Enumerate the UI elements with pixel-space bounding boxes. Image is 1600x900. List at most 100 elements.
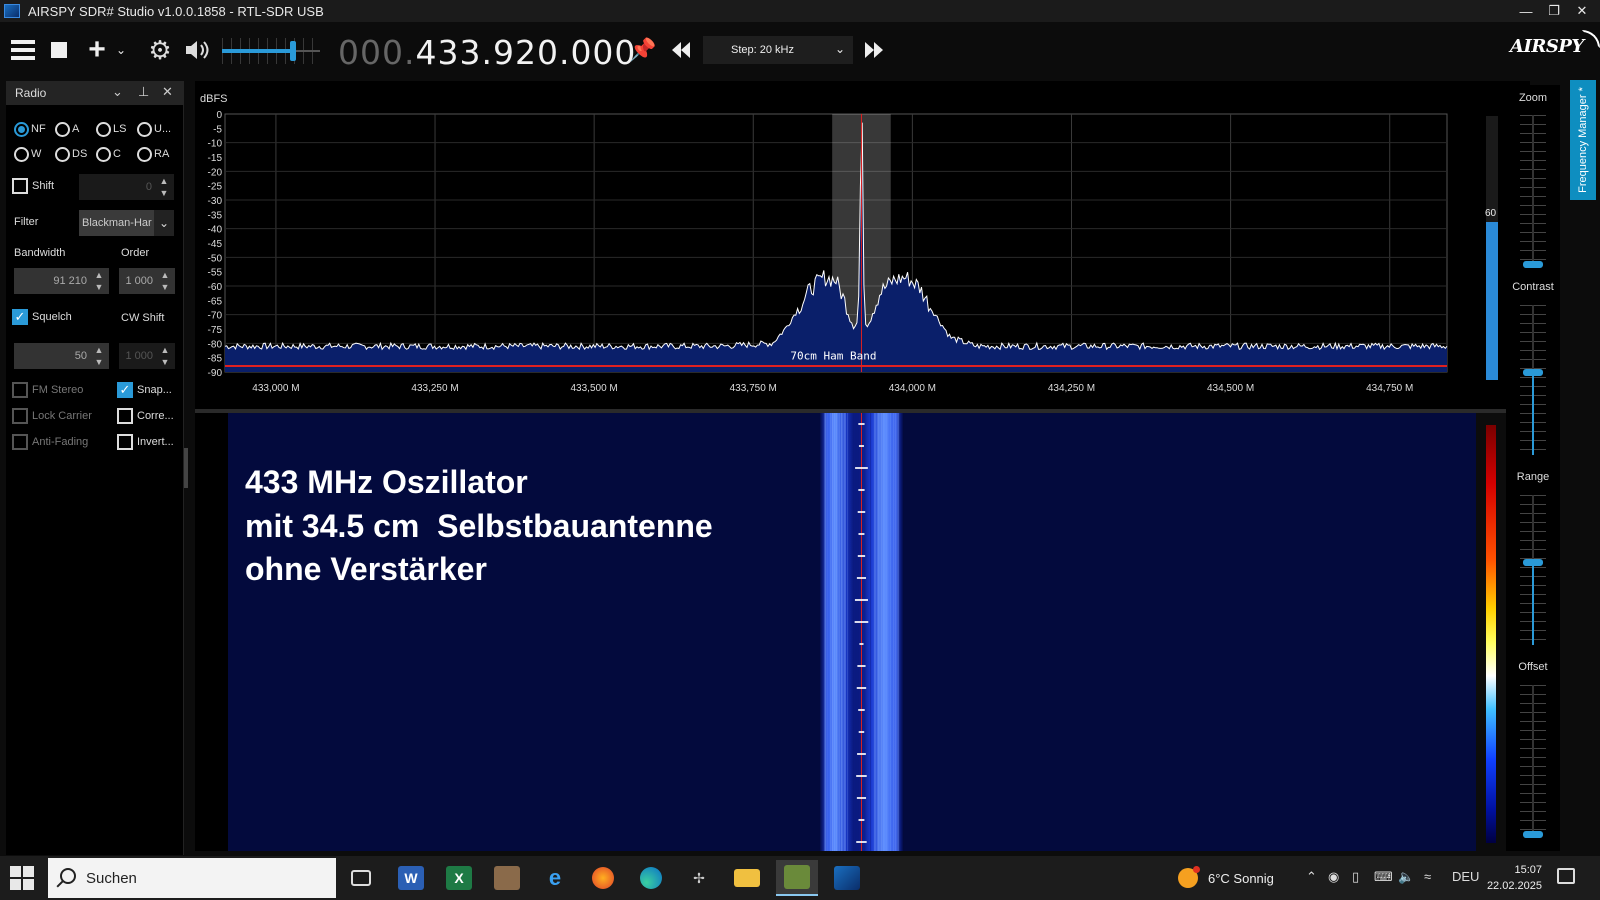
shift-checkbox[interactable]: Shift	[12, 178, 54, 194]
offset-slider[interactable]	[1506, 685, 1560, 838]
sdr-sharp-taskbar-icon[interactable]	[826, 860, 868, 896]
step-select[interactable]: Step: 20 kHz ⌄	[703, 36, 853, 64]
notification-icon[interactable]	[1557, 868, 1575, 884]
pin-icon[interactable]: 📌	[629, 35, 656, 65]
radio-panel-title: Radio	[15, 86, 47, 100]
range-slider[interactable]	[1506, 495, 1560, 645]
y-tick-label: -25	[208, 182, 223, 193]
chevron-down-icon[interactable]: ⌄	[112, 84, 123, 100]
add-source-icon[interactable]: +	[86, 35, 108, 65]
chevron-up-icon[interactable]: ⌃	[1306, 869, 1317, 885]
chart-app-icon[interactable]	[776, 860, 818, 896]
waterfall-margin	[195, 413, 228, 851]
frequency-manager-tab[interactable]: Frequency Manager *	[1570, 80, 1596, 200]
y-tick-label: -35	[208, 210, 223, 221]
pin-icon[interactable]: ⊥	[138, 84, 149, 100]
mode-dsb[interactable]: DS	[55, 144, 96, 164]
fm-stereo-checkbox[interactable]: FM Stereo	[12, 382, 83, 398]
invert-spectrum-checkbox[interactable]: Invert...	[117, 434, 174, 450]
squelch-input[interactable]: 50 ▲ ▼	[14, 343, 109, 369]
y-tick-label: -20	[208, 167, 223, 178]
internet-explorer-icon[interactable]: e	[534, 860, 576, 896]
squelch-checkbox[interactable]: ✓ Squelch	[12, 309, 72, 325]
tool-app-icon[interactable]: ✢	[678, 860, 720, 896]
frequency-prefix: 000.	[338, 32, 416, 72]
mode-nf[interactable]: NF	[14, 119, 55, 139]
cw-shift-input[interactable]: 1 000 ▲ ▼	[119, 343, 175, 369]
taskbar-search-box[interactable]: Suchen	[48, 858, 336, 898]
excel-icon[interactable]: X	[438, 860, 480, 896]
chevron-down-icon[interactable]: ⌄	[114, 35, 128, 65]
input-method-icon[interactable]: ⌨	[1374, 869, 1393, 885]
step-forward-icon[interactable]	[860, 35, 888, 65]
windows-start-icon[interactable]	[10, 866, 34, 890]
mode-cw[interactable]: C	[96, 144, 137, 164]
waterfall-blip	[856, 687, 867, 689]
system-clock[interactable]: 15:07 22.02.2025	[1486, 862, 1542, 894]
chevron-down-icon: ⌄	[834, 42, 845, 56]
edge-icon[interactable]	[630, 860, 672, 896]
usb-icon[interactable]: ▯	[1352, 869, 1359, 885]
word-icon[interactable]: W	[390, 860, 432, 896]
step-back-icon[interactable]	[668, 35, 694, 65]
anti-fading-checkbox[interactable]: Anti-Fading	[12, 434, 88, 450]
snap-checkbox[interactable]: ✓ Snap...	[117, 382, 172, 398]
file-explorer-icon[interactable]	[726, 860, 768, 896]
frequency-display[interactable]: 000. 433.920.000	[338, 32, 636, 72]
y-tick-label: -80	[208, 339, 223, 350]
spectrum-chart[interactable]: dBFS 0 -5 -10 -15 -20 -25 -30 -35 -40 -45 -50 -55 -6…	[195, 81, 1530, 411]
volume-slider[interactable]	[222, 38, 320, 64]
zoom-slider[interactable]	[1506, 115, 1560, 268]
shift-input[interactable]: 0 ▲ ▼	[79, 174, 174, 200]
minimize-icon[interactable]: —	[1512, 0, 1540, 22]
correct-iq-checkbox[interactable]: Corre...	[117, 408, 174, 424]
y-tick-label: -55	[208, 268, 223, 279]
paint-app-icon[interactable]	[486, 860, 528, 896]
overlay-text-line-1: 433 MHz Oszillator	[245, 464, 528, 500]
y-tick-label: 0	[216, 110, 222, 121]
spectrum-analyzer[interactable]: dBFS 0 -5 -10 -15 -20 -25 -30 -35 -40 -45 -50 -55 -6…	[195, 81, 1530, 411]
contrast-label: Contrast	[1512, 281, 1554, 293]
restore-icon[interactable]: ❐	[1540, 0, 1568, 22]
y-tick-label: -65	[208, 296, 223, 307]
filter-select[interactable]: Blackman-Har ⌄	[79, 210, 174, 236]
speaker-icon[interactable]	[182, 35, 212, 65]
mode-raw[interactable]: RA	[137, 144, 178, 164]
speaker-icon[interactable]: 🔈	[1398, 869, 1414, 885]
mode-lsb[interactable]: LS	[96, 119, 137, 139]
chevron-down-icon: ⌄	[154, 210, 174, 236]
radio-panel-header: Radio ⌄ ⊥ ✕	[6, 81, 184, 105]
close-icon[interactable]: ✕	[1568, 0, 1596, 22]
mode-usb[interactable]: U...	[137, 119, 178, 139]
y-tick-label: -5	[213, 124, 222, 135]
mode-wfm[interactable]: W	[14, 144, 55, 164]
waterfall-blip	[858, 489, 865, 491]
x-tick-label: 433,500 M	[571, 383, 618, 394]
y-tick-label: -40	[208, 225, 223, 236]
waterfall-blip	[858, 423, 865, 425]
firefox-icon[interactable]	[582, 860, 624, 896]
hamburger-menu-icon[interactable]	[8, 35, 38, 65]
mode-am[interactable]: A	[55, 119, 96, 139]
mode-row-1: NF A LS U...	[14, 119, 178, 139]
order-input[interactable]: 1 000 ▲ ▼	[119, 268, 175, 294]
windows-taskbar: Suchen W X e ✢ 6°C Sonnig ⌃ ◉ ▯ ⌨ 🔈 ≈ DE…	[0, 856, 1600, 900]
y-tick-label: -85	[208, 354, 223, 365]
weather-widget[interactable]: 6°C Sonnig	[1178, 866, 1274, 888]
stop-icon[interactable]	[48, 35, 70, 65]
camera-icon[interactable]: ◉	[1328, 869, 1339, 885]
lock-carrier-checkbox[interactable]: Lock Carrier	[12, 408, 92, 424]
step-label: Step: 20 kHz	[731, 44, 794, 56]
sdr-app-window: AIRSPY SDR# Studio v1.0.0.1858 - RTL-SDR…	[0, 0, 1600, 900]
contrast-slider[interactable]	[1506, 305, 1560, 455]
display-controls-panel: Zoom Contrast Range Offset	[1506, 85, 1560, 851]
panel-splitter[interactable]	[184, 448, 188, 488]
window-title: AIRSPY SDR# Studio v1.0.0.1858 - RTL-SDR…	[28, 3, 324, 19]
keyboard-language[interactable]: DEU	[1452, 869, 1479, 884]
task-view-icon[interactable]	[340, 860, 382, 896]
bandwidth-input[interactable]: 91 210 ▲ ▼	[14, 268, 109, 294]
gear-icon[interactable]: ⚙	[146, 35, 174, 65]
wifi-icon[interactable]: ≈	[1424, 869, 1431, 884]
close-icon[interactable]: ✕	[162, 84, 173, 100]
order-label: Order	[121, 247, 150, 259]
